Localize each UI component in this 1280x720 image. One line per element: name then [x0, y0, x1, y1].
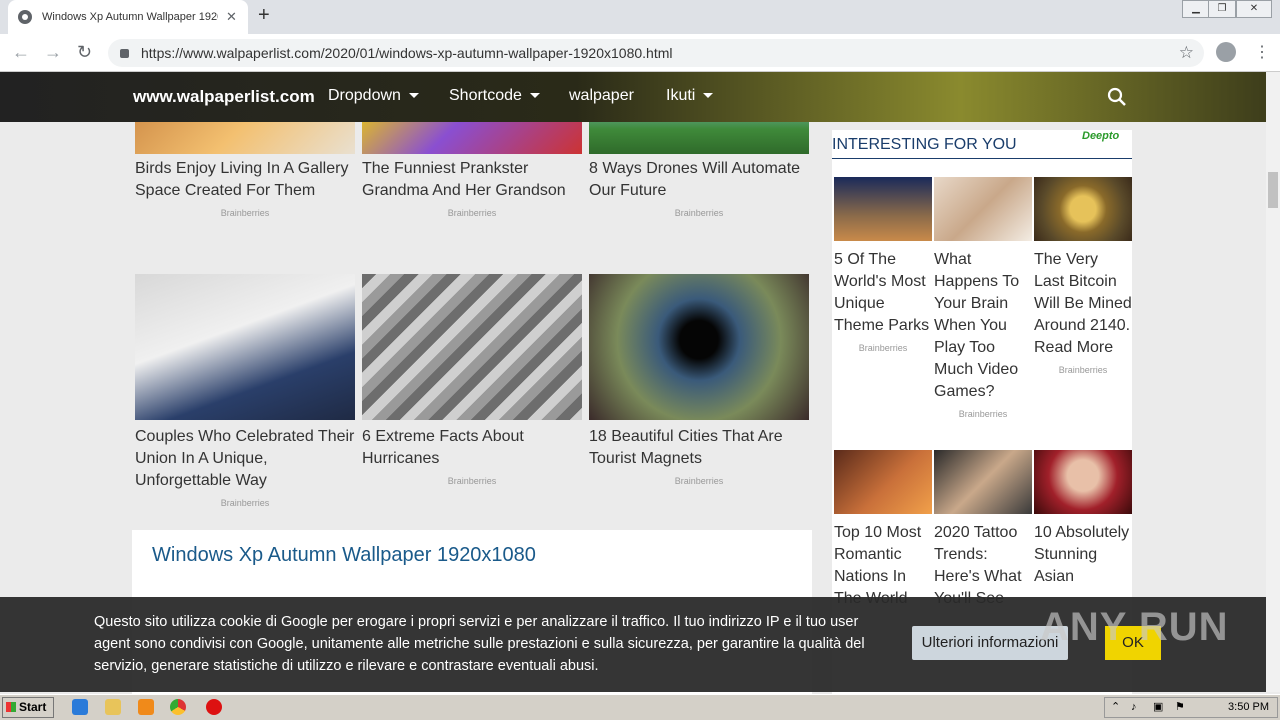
article-source: Brainberries: [447, 208, 497, 218]
profile-avatar-icon[interactable]: [1216, 42, 1236, 62]
widget-source: Brainberries: [1058, 365, 1108, 375]
reload-icon[interactable]: ↻: [77, 42, 92, 63]
widget-source: Brainberries: [958, 409, 1008, 419]
taskbar: Start ⌃ ♪ ▣ ⚑ 3:50 PM: [0, 694, 1280, 720]
article-title[interactable]: Birds Enjoy Living In A Gallery Space Cr…: [135, 158, 355, 202]
folder-icon[interactable]: [105, 699, 121, 715]
widget-image: [934, 450, 1032, 514]
caret-down-icon: [529, 93, 540, 99]
lock-icon: [120, 48, 129, 58]
widget-card[interactable]: The Very Last Bitcoin Will Be Mined Arou…: [1034, 177, 1132, 375]
tray-arrow-icon[interactable]: ⌃: [1111, 698, 1120, 717]
toolbar: ← → ↻ https://www.walpaperlist.com/2020/…: [0, 34, 1280, 72]
menu-shortcode[interactable]: Shortcode: [449, 87, 540, 105]
widget-image: [1034, 450, 1132, 514]
article-title[interactable]: Couples Who Celebrated Their Union In A …: [135, 426, 355, 492]
article-title[interactable]: 8 Ways Drones Will Automate Our Future: [589, 158, 809, 202]
widget-title[interactable]: 10 Absolutely Stunning Asian: [1034, 522, 1132, 588]
widget-card[interactable]: What Happens To Your Brain When You Play…: [934, 177, 1032, 419]
watermark-logo: ANY RUN: [1040, 605, 1229, 649]
close-window-icon[interactable]: ✕: [1236, 0, 1272, 18]
article-source: Brainberries: [674, 208, 724, 218]
article-image: [589, 274, 809, 420]
caret-down-icon: [703, 93, 714, 99]
site-header: www.walpaperlist.com Dropdown Shortcode …: [0, 72, 1280, 122]
article-title[interactable]: 18 Beautiful Cities That Are Tourist Mag…: [589, 426, 809, 470]
article-title[interactable]: The Funniest Prankster Grandma And Her G…: [362, 158, 582, 202]
article-card[interactable]: 6 Extreme Facts About Hurricanes Brainbe…: [362, 274, 582, 486]
article-image: [589, 122, 809, 154]
article-source: Brainberries: [447, 476, 497, 486]
site-logo[interactable]: www.walpaperlist.com: [133, 87, 315, 107]
browser-tab[interactable]: Windows Xp Autumn Wallpaper 1920 ✕: [8, 0, 248, 34]
address-bar[interactable]: https://www.walpaperlist.com/2020/01/win…: [108, 39, 1204, 67]
tab-title: Windows Xp Autumn Wallpaper 1920: [42, 11, 218, 23]
menu-label: Ikuti: [666, 87, 696, 104]
article-image: [135, 274, 355, 420]
article-card[interactable]: Birds Enjoy Living In A Gallery Space Cr…: [135, 122, 355, 218]
article-source: Brainberries: [220, 498, 270, 508]
article-image: [135, 122, 355, 154]
menu-label: Dropdown: [328, 87, 401, 104]
clock[interactable]: 3:50 PM: [1228, 698, 1269, 717]
flag-icon[interactable]: ⚑: [1175, 698, 1185, 717]
bookmark-star-icon[interactable]: ☆: [1179, 43, 1194, 63]
widget-image: [834, 450, 932, 514]
restore-icon[interactable]: ❐: [1208, 0, 1236, 18]
back-icon[interactable]: ←: [12, 42, 30, 63]
menu-kebab-icon[interactable]: ⋮: [1254, 42, 1270, 62]
widget-title[interactable]: 5 Of The World's Most Unique Theme Parks: [834, 249, 932, 337]
network-icon[interactable]: ▣: [1153, 698, 1163, 717]
start-button[interactable]: Start: [2, 697, 54, 718]
ie-icon[interactable]: [72, 699, 88, 715]
chrome-icon[interactable]: [170, 699, 186, 715]
globe-icon: [18, 10, 32, 24]
article-card[interactable]: The Funniest Prankster Grandma And Her G…: [362, 122, 582, 218]
menu-label: walpaper: [569, 87, 634, 104]
menu-ikuti[interactable]: Ikuti: [666, 87, 714, 105]
search-icon[interactable]: [1107, 87, 1127, 107]
forward-icon[interactable]: →: [44, 42, 62, 63]
post-title[interactable]: Windows Xp Autumn Wallpaper 1920x1080: [152, 544, 536, 567]
new-tab-button[interactable]: +: [258, 4, 270, 27]
caret-down-icon: [408, 93, 419, 99]
widget-card[interactable]: 5 Of The World's Most Unique Theme Parks…: [834, 177, 932, 353]
url-text: https://www.walpaperlist.com/2020/01/win…: [141, 45, 673, 61]
minimize-icon[interactable]: ▁: [1182, 0, 1210, 18]
menu-walpaper[interactable]: walpaper: [569, 87, 634, 105]
menu-dropdown[interactable]: Dropdown: [328, 87, 419, 105]
tab-strip: Windows Xp Autumn Wallpaper 1920 ✕ + ▁ ❐…: [0, 0, 1280, 34]
widget-title[interactable]: The Very Last Bitcoin Will Be Mined Arou…: [1034, 249, 1132, 359]
stop-icon[interactable]: [206, 699, 222, 715]
system-tray: ⌃ ♪ ▣ ⚑ 3:50 PM: [1104, 697, 1278, 718]
cookie-text: Questo sito utilizza cookie di Google pe…: [94, 614, 865, 674]
vertical-scrollbar[interactable]: [1266, 72, 1280, 692]
widget-logo[interactable]: Deepto: [1082, 130, 1132, 146]
article-card[interactable]: 18 Beautiful Cities That Are Tourist Mag…: [589, 274, 809, 486]
article-title[interactable]: 6 Extreme Facts About Hurricanes: [362, 426, 582, 470]
widget-card[interactable]: Top 10 Most Romantic Nations In The Worl…: [834, 450, 932, 610]
widget-image: [934, 177, 1032, 241]
article-card[interactable]: 8 Ways Drones Will Automate Our Future B…: [589, 122, 809, 218]
widget-card[interactable]: 10 Absolutely Stunning Asian: [1034, 450, 1132, 588]
scrollbar-thumb[interactable]: [1268, 172, 1278, 208]
close-tab-icon[interactable]: ✕: [226, 9, 237, 25]
widget-title[interactable]: What Happens To Your Brain When You Play…: [934, 249, 1032, 403]
article-image: [362, 122, 582, 154]
media-player-icon[interactable]: [138, 699, 154, 715]
menu-label: Shortcode: [449, 87, 522, 104]
article-card[interactable]: Couples Who Celebrated Their Union In A …: [135, 274, 355, 508]
widget-source: Brainberries: [858, 343, 908, 353]
article-source: Brainberries: [674, 476, 724, 486]
widget-card[interactable]: 2020 Tattoo Trends: Here's What You'll S…: [934, 450, 1032, 610]
article-source: Brainberries: [220, 208, 270, 218]
article-image: [362, 274, 582, 420]
widget-image: [1034, 177, 1132, 241]
volume-icon[interactable]: ♪: [1131, 698, 1137, 717]
widget-image: [834, 177, 932, 241]
